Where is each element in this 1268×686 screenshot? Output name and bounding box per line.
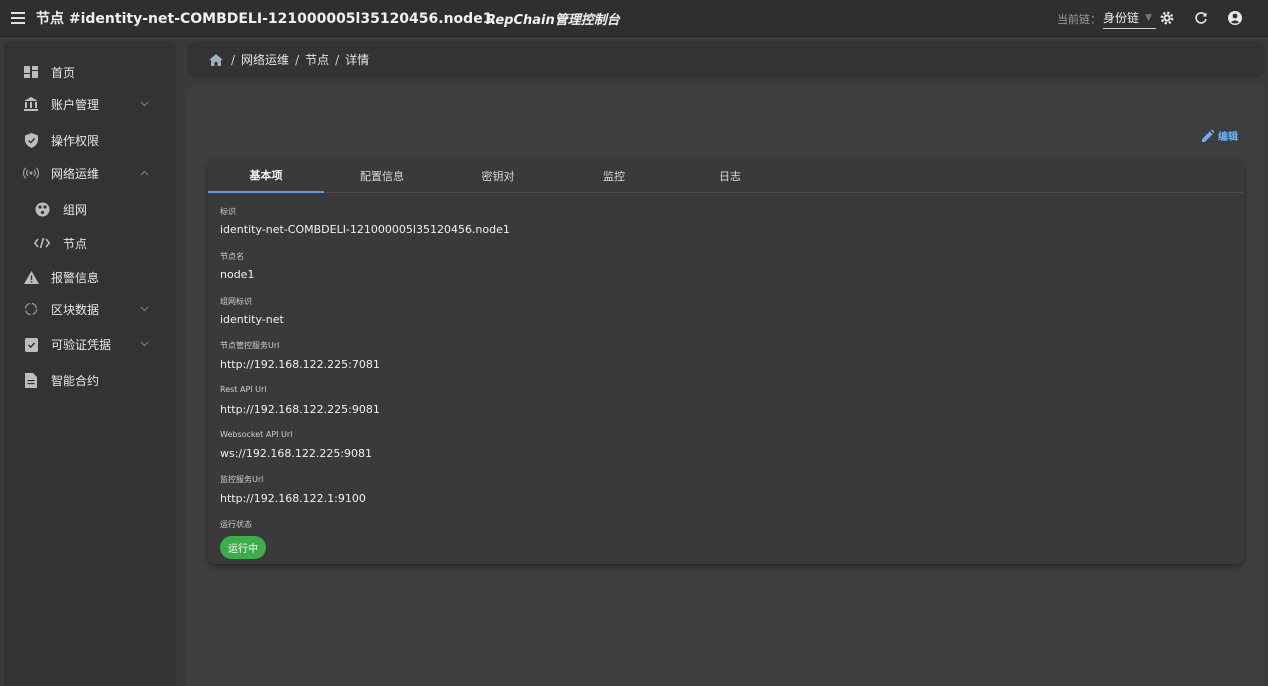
chevron-down-icon (139, 304, 149, 314)
sidebar-item-label: 账户管理 (51, 97, 100, 112)
chevron-down-icon (139, 339, 149, 349)
account-icon[interactable] (1226, 9, 1244, 27)
breadcrumb: / 网络运维 / 节点 / 详情 (187, 41, 1265, 78)
page-title: 节点 #identity-net-COMBDELI-121000005l3512… (36, 11, 493, 27)
field-label-monitor-url: 监控服务Url (220, 475, 264, 484)
field-value-control-url: http://192.168.122.225:7081 (220, 358, 380, 371)
chevron-down-icon (139, 99, 149, 109)
field-label-control-url: 节点管控服务Url (220, 341, 280, 350)
breadcrumb-item-current: 详情 (345, 53, 370, 67)
menu-icon[interactable] (0, 0, 36, 37)
sidebar-item-nodes[interactable]: 节点 (4, 228, 176, 258)
sidebar-item-networking[interactable]: 组网 (4, 194, 176, 224)
file-icon (23, 372, 39, 388)
tab-basic[interactable]: 基本项 (208, 158, 324, 193)
refresh-icon[interactable] (1192, 9, 1210, 27)
brand-title: RepChain管理控制台 (486, 13, 620, 28)
field-label-node-name: 节点名 (220, 252, 244, 261)
field-value-websocket-url: ws://192.168.122.225:9081 (220, 447, 373, 460)
chevron-down-icon: ▼ (1145, 12, 1152, 23)
field-value-id: identity-net-COMBDELI-121000005l35120456… (220, 223, 510, 236)
field-label-websocket-url: Websocket API Url (220, 430, 293, 439)
sidebar-item-label: 组网 (63, 202, 88, 217)
sidebar-item-label: 节点 (63, 236, 88, 251)
breadcrumb-separator: / (231, 52, 236, 67)
tab-config[interactable]: 配置信息 (324, 158, 440, 193)
tab-logs[interactable]: 日志 (672, 158, 788, 193)
breadcrumb-separator: / (335, 52, 340, 67)
sidebar-item-block-data[interactable]: 区块数据 (4, 294, 176, 324)
code-icon (34, 235, 50, 251)
field-label-network-id: 组网标识 (220, 297, 252, 306)
field-value-monitor-url: http://192.168.122.1:9100 (220, 492, 366, 505)
chain-value[interactable]: 身份链 ▼ (1103, 9, 1156, 29)
sidebar-item-label: 首页 (51, 65, 76, 80)
breadcrumb-item[interactable]: 网络运维 (241, 51, 289, 68)
chain-label: 当前链： (1057, 13, 1101, 26)
dashboard-icon (23, 64, 39, 80)
detail-card: 基本项 配置信息 密钥对 监控 日志 标识 identity-net-COMBD… (208, 158, 1244, 564)
pencil-icon (1202, 129, 1214, 142)
sidebar-item-accounts[interactable]: 账户管理 (4, 89, 176, 119)
sidebar-item-alerts[interactable]: 报警信息 (4, 262, 176, 292)
field-value-node-name: node1 (220, 268, 255, 281)
sidebar-item-permissions[interactable]: 操作权限 (4, 125, 176, 155)
field-label-rest-url: Rest API Url (220, 385, 267, 394)
tab-keypair[interactable]: 密钥对 (440, 158, 556, 193)
sidebar-item-label: 报警信息 (51, 270, 100, 285)
field-value-network-id: identity-net (220, 313, 284, 326)
shield-icon (23, 132, 39, 148)
field-label-status: 运行状态 (220, 520, 252, 529)
network-icon (34, 201, 50, 217)
field-label-id: 标识 (220, 207, 236, 216)
bank-icon (23, 96, 39, 112)
sidebar-item-home[interactable]: 首页 (4, 57, 176, 87)
status-badge: 运行中 (220, 536, 266, 559)
chevron-up-icon (139, 168, 149, 178)
breadcrumb-separator: / (295, 52, 300, 67)
sidebar-item-smart-contracts[interactable]: 智能合约 (4, 365, 176, 395)
sidebar-item-label: 网络运维 (51, 166, 100, 181)
settings-icon[interactable] (1158, 9, 1176, 27)
tab-bar: 基本项 配置信息 密钥对 监控 日志 (208, 158, 1244, 193)
sidebar-item-network-ops[interactable]: 网络运维 (4, 158, 176, 188)
loading-icon (23, 301, 39, 317)
signal-icon (23, 165, 39, 181)
edit-label: 编辑 (1218, 132, 1238, 143)
field-value-rest-url: http://192.168.122.225:9081 (220, 403, 380, 416)
warning-icon (23, 269, 39, 285)
sidebar-item-label: 可验证凭据 (51, 337, 112, 352)
edit-button[interactable]: 编辑 (1202, 128, 1238, 143)
chain-value-text: 身份链 (1103, 11, 1140, 25)
sidebar-item-label: 智能合约 (51, 373, 100, 388)
sidebar-item-credentials[interactable]: 可验证凭据 (4, 329, 176, 359)
breadcrumb-item[interactable]: 节点 (305, 51, 329, 68)
clipboard-check-icon (23, 336, 39, 352)
sidebar-item-label: 区块数据 (51, 302, 100, 317)
home-icon[interactable] (209, 53, 223, 66)
chain-selector[interactable]: 当前链： 身份链 ▼ (1057, 8, 1156, 30)
sidebar-item-label: 操作权限 (51, 133, 100, 148)
tab-monitor[interactable]: 监控 (556, 158, 672, 193)
